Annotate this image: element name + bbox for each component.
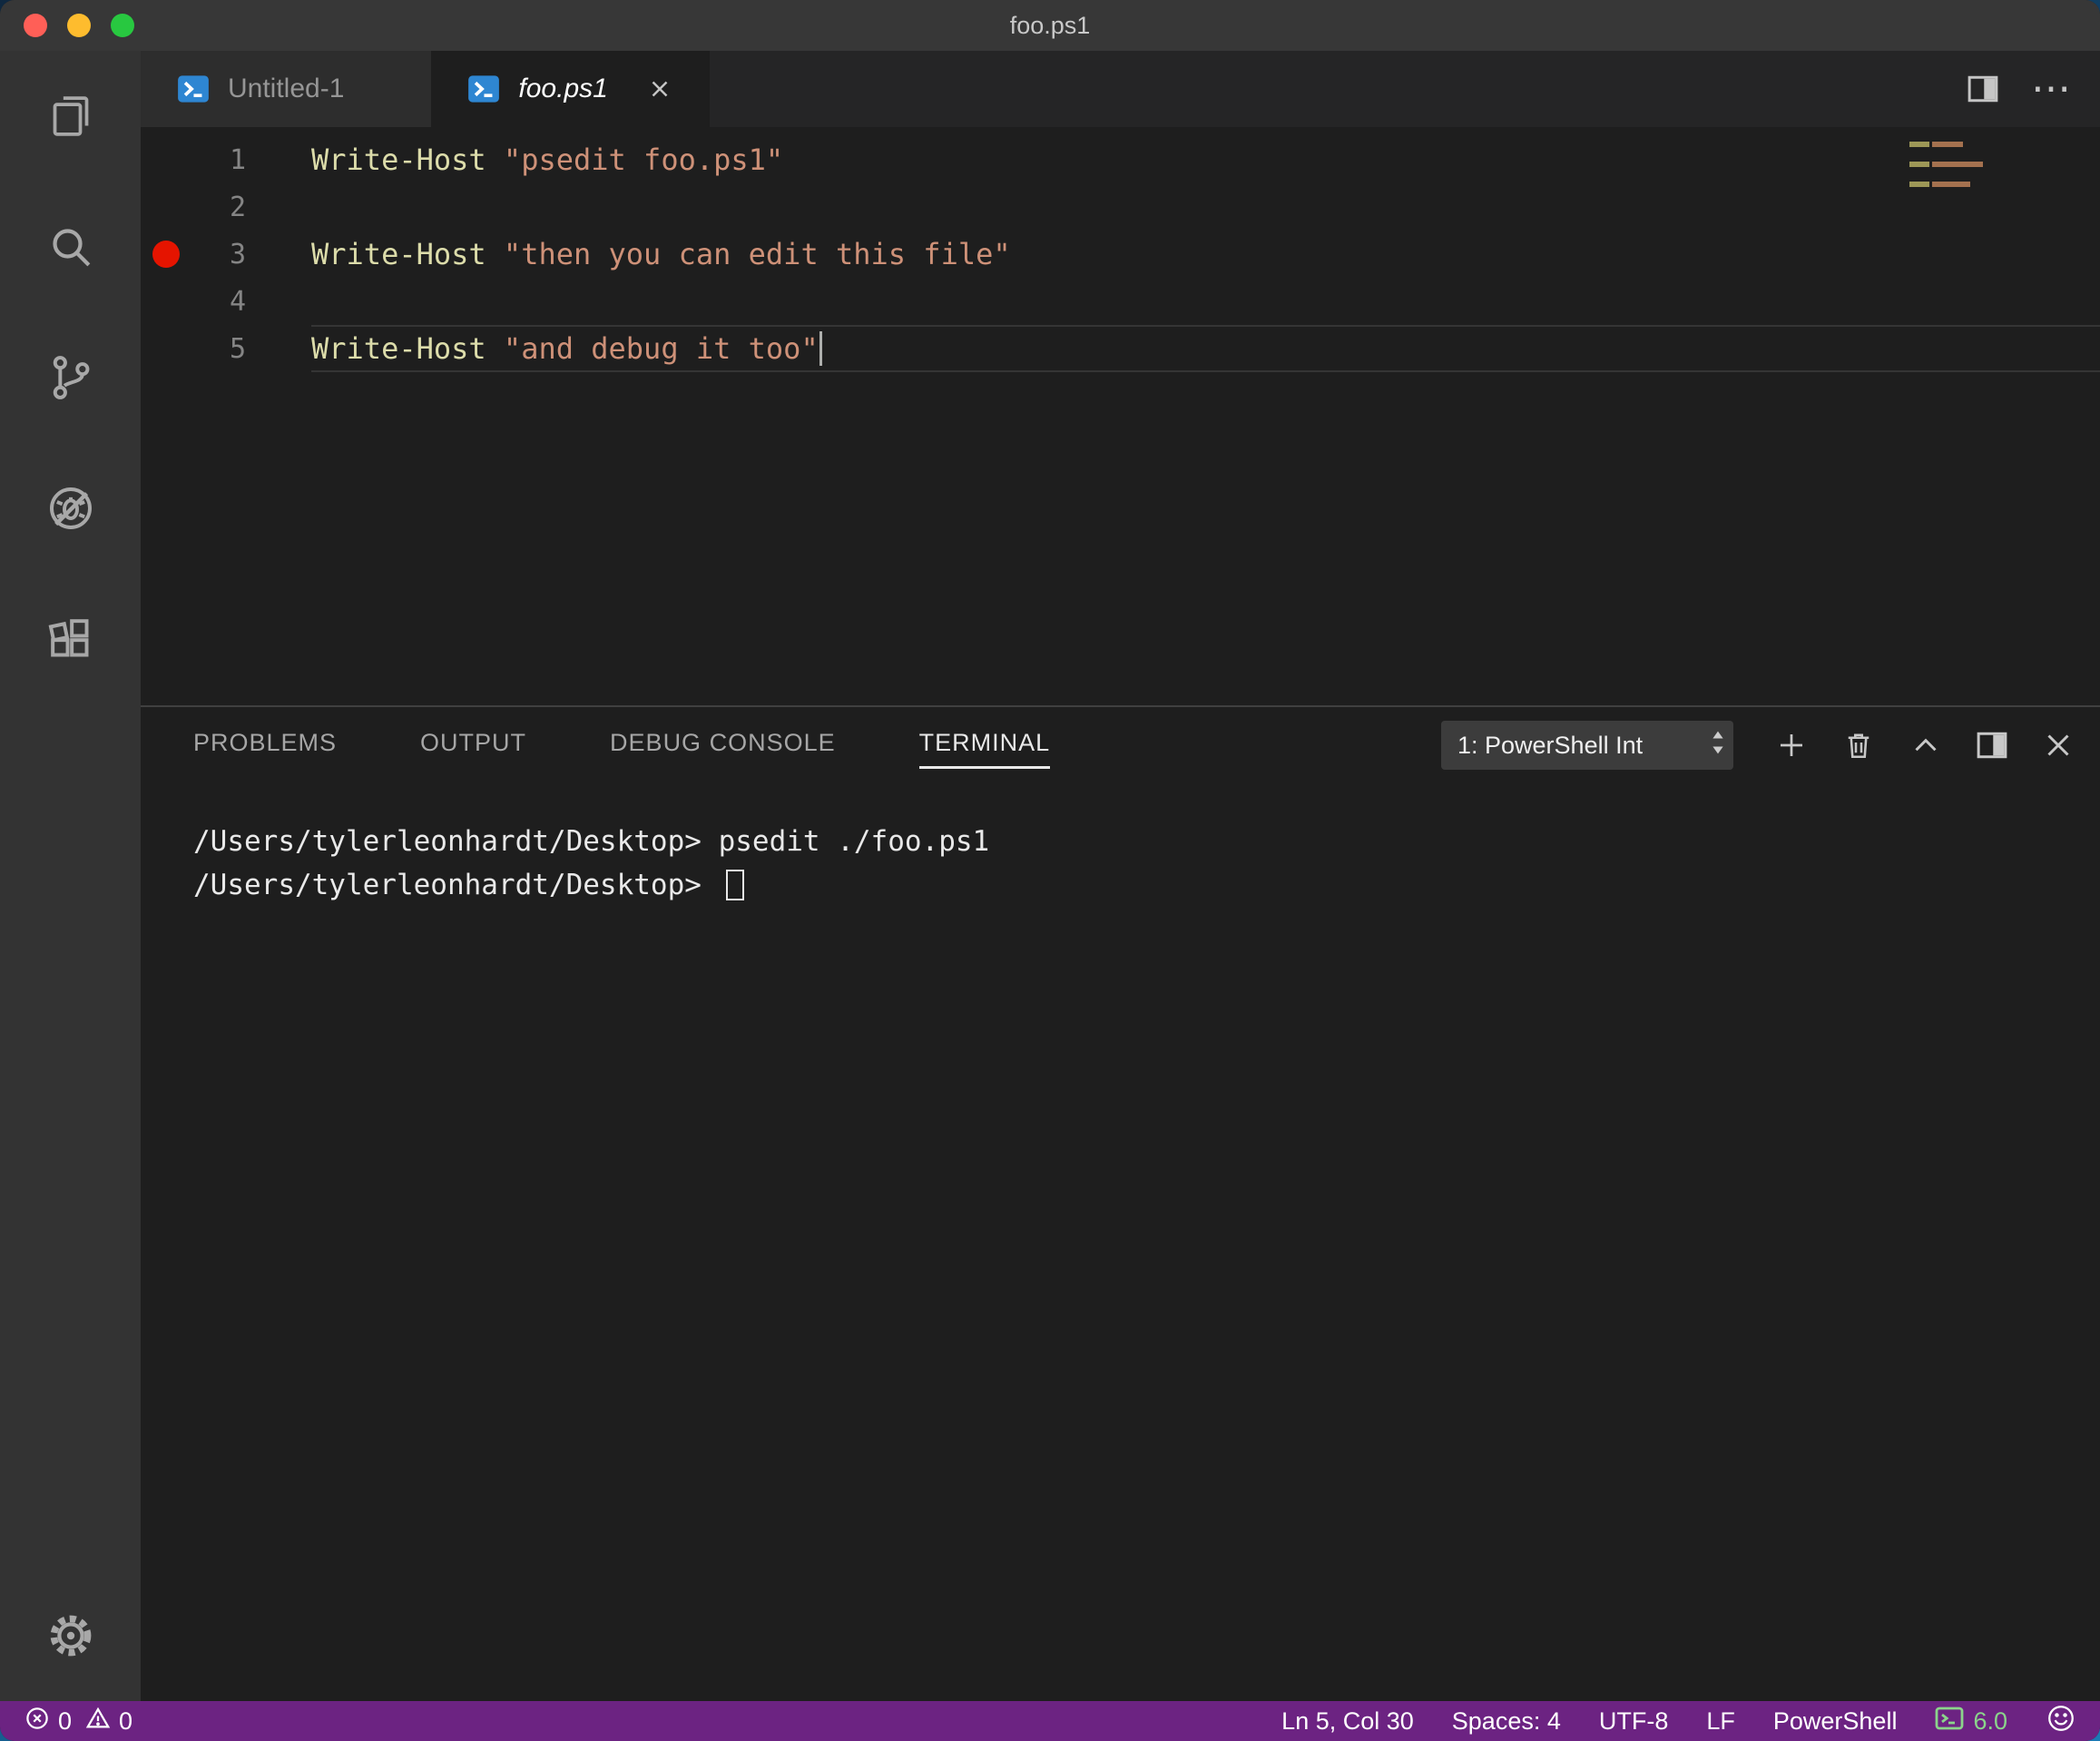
editor-cursor [819,331,822,366]
more-actions-icon[interactable]: ⋯ [2031,69,2071,109]
terminal-line: /Users/tylerleonhardt/Desktop> psedit ./… [193,820,2100,863]
powershell-session[interactable]: 6.0 [1935,1704,2007,1739]
problems-status[interactable]: 0 [24,1705,72,1738]
panel-tab-debug-console[interactable]: DEBUG CONSOLE [610,722,836,769]
warnings-status[interactable]: 0 [84,1705,132,1738]
breakpoint-gutter[interactable] [141,231,191,278]
search-icon[interactable] [0,182,141,312]
terminal-prompt: /Users/tylerleonhardt/Desktop> [193,825,702,858]
code-token: "then you can edit this file" [503,237,1011,271]
picker-updown-icon [1710,728,1726,763]
code-token: "psedit foo.ps1" [503,143,784,177]
traffic-lights [24,0,134,51]
breakpoint-dot[interactable] [152,241,180,268]
code-line[interactable] [311,183,2100,231]
line-number: 4 [229,285,246,318]
warning-icon [84,1705,112,1738]
powershell-version: 6.0 [1973,1707,2007,1735]
breakpoint-gutter[interactable] [141,325,191,372]
breakpoint-gutter[interactable] [141,183,191,231]
line-number: 1 [229,143,246,176]
titlebar: foo.ps1 [0,0,2100,51]
tab-bar: Untitled-1 foo.ps1 ⋯ [141,51,2100,127]
status-bar: 0 0 Ln 5, Col 30 Spaces: 4 UTF-8 LF PowerShe… [0,1701,2100,1741]
code-line[interactable]: Write-Host "then you can edit this file" [311,231,2100,278]
terminal-picker[interactable]: 1: PowerShell Int [1441,721,1733,770]
editor-lines: 1 Write-Host "psedit foo.ps1" 2 3 Write-Host… [141,136,2100,372]
panel-tab-output[interactable]: OUTPUT [420,722,526,769]
maximize-panel-icon[interactable] [1909,729,1942,762]
editor-line-2[interactable]: 2 [141,183,2100,231]
panel-tab-terminal[interactable]: TERMINAL [918,722,1051,769]
editor-line-1[interactable]: 1 Write-Host "psedit foo.ps1" [141,136,2100,183]
status-item-utf-8[interactable]: UTF-8 [1599,1707,1669,1736]
debug-icon[interactable] [0,443,141,574]
terminal-content[interactable]: /Users/tylerleonhardt/Desktop> psedit ./… [141,783,2100,1701]
error-count: 0 [58,1707,73,1735]
split-editor-icon[interactable] [1968,74,1998,104]
tab-label: foo.ps1 [518,74,608,103]
status-item-powershell[interactable]: PowerShell [1773,1707,1898,1736]
explorer-icon[interactable] [0,51,141,182]
code-token: "and debug it too" [503,331,819,366]
terminal-prompt: /Users/tylerleonhardt/Desktop> [193,869,702,901]
kill-terminal-icon[interactable] [1842,729,1875,762]
warning-count: 0 [119,1707,133,1735]
split-panel-icon[interactable] [1977,730,2007,761]
window-title: foo.ps1 [1009,11,1091,39]
code-line[interactable] [311,278,2100,325]
zoom-window-button[interactable] [111,14,134,37]
terminal-lines: /Users/tylerleonhardt/Desktop> psedit ./… [193,820,2100,907]
status-item-lf[interactable]: LF [1706,1707,1735,1736]
code-line[interactable]: Write-Host "and debug it too" [311,325,2100,372]
terminal-command: psedit ./foo.ps1 [701,825,990,858]
editor-line-4[interactable]: 4 [141,278,2100,325]
breakpoint-gutter[interactable] [141,278,191,325]
panel-tab-problems[interactable]: PROBLEMS [193,722,337,769]
panel-header: PROBLEMS OUTPUT DEBUG CONSOLE TERMINAL 1: P… [141,707,2100,783]
breakpoint-gutter[interactable] [141,136,191,183]
close-panel-icon[interactable] [2042,729,2075,762]
minimize-window-button[interactable] [67,14,91,37]
line-number: 3 [229,238,246,270]
vscode-window: foo.ps1 Untitled-1 foo.ps1 ⋯ 1 Write-Hos… [0,0,2100,1741]
tab-untitled-1[interactable]: Untitled-1 [141,51,432,127]
code-token: Write-Host [311,143,486,177]
terminal-line: /Users/tylerleonhardt/Desktop> [193,863,2100,907]
tab-label: Untitled-1 [228,74,345,103]
extensions-icon[interactable] [0,574,141,704]
tab-foo-ps1[interactable]: foo.ps1 [431,51,710,127]
editor-line-5[interactable]: 5 Write-Host "and debug it too" [141,325,2100,372]
code-line[interactable]: Write-Host "psedit foo.ps1" [311,136,2100,183]
powershell-icon [177,73,210,105]
settings-gear-icon[interactable] [0,1570,141,1701]
terminal-picker-value: 1: PowerShell Int [1457,731,1644,759]
panel: PROBLEMS OUTPUT DEBUG CONSOLE TERMINAL 1: P… [141,705,2100,1701]
status-item-ln-5-col-30[interactable]: Ln 5, Col 30 [1281,1707,1414,1736]
status-right-items: Ln 5, Col 30 Spaces: 4 UTF-8 LF PowerShell [1281,1707,1897,1736]
panel-tabs: PROBLEMS OUTPUT DEBUG CONSOLE TERMINAL [193,722,1051,769]
new-terminal-icon[interactable] [1775,729,1808,762]
status-item-spaces-4[interactable]: Spaces: 4 [1452,1707,1561,1736]
terminal-command [702,869,719,901]
terminal-cursor [725,870,744,900]
powershell-session-icon [1935,1704,1964,1739]
close-tab-icon[interactable] [646,75,673,103]
powershell-icon [467,73,500,105]
error-icon [24,1705,51,1738]
editor[interactable]: 1 Write-Host "psedit foo.ps1" 2 3 Write-Host… [141,127,2100,705]
minimap[interactable] [1909,142,1984,192]
editor-line-3[interactable]: 3 Write-Host "then you can edit this file… [141,231,2100,278]
line-number: 5 [229,332,246,365]
feedback-smiley-icon[interactable] [2046,1703,2076,1740]
code-token: Write-Host [311,331,486,366]
close-window-button[interactable] [24,14,47,37]
code-token: Write-Host [311,237,486,271]
activity-bar [0,51,141,1701]
source-control-icon[interactable] [0,312,141,443]
line-number: 2 [229,191,246,223]
